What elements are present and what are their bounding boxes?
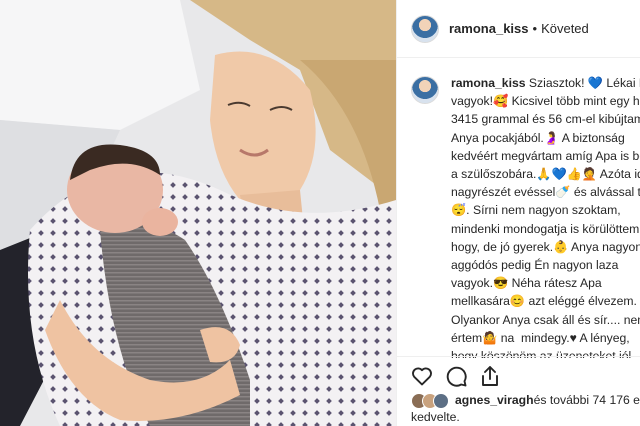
liker-avatars [411,392,449,409]
caption-username[interactable]: ramona_kiss [451,76,526,90]
post-header: ramona_kiss • Követed [397,0,640,58]
caption-text: Sziasztok! 💙 Lékai Noé vagyok!🥰 Kicsivel… [451,76,640,358]
action-bar [397,356,640,394]
liker-avatar[interactable] [433,392,449,409]
like-button[interactable] [409,363,435,389]
heart-icon [412,367,432,385]
post-side-panel: ramona_kiss • Követed ramona_kiss Sziasz… [396,0,640,426]
liker-username[interactable]: agnes_viragh [455,392,534,409]
caption-avatar[interactable] [411,76,439,104]
likes-count-text[interactable]: és további 74 176 emb [534,392,640,409]
post-image [0,0,396,426]
share-button[interactable] [477,363,503,389]
comment-button[interactable] [443,363,469,389]
caption-section: ramona_kiss Sziasztok! 💙 Lékai Noé vagyo… [397,58,640,358]
follow-status-button[interactable]: Követed [541,21,589,36]
author-avatar[interactable] [411,14,439,43]
likes-line2: kedvelte. [411,410,460,424]
share-icon [482,365,498,386]
likes-summary: agnes_viragh és további 74 176 emb kedve… [411,392,640,426]
post-photo[interactable] [0,0,396,426]
caption: ramona_kiss Sziasztok! 💙 Lékai Noé vagyo… [451,74,640,358]
author-username[interactable]: ramona_kiss [449,21,529,36]
comment-icon [446,366,467,387]
header-separator: • [532,21,538,36]
